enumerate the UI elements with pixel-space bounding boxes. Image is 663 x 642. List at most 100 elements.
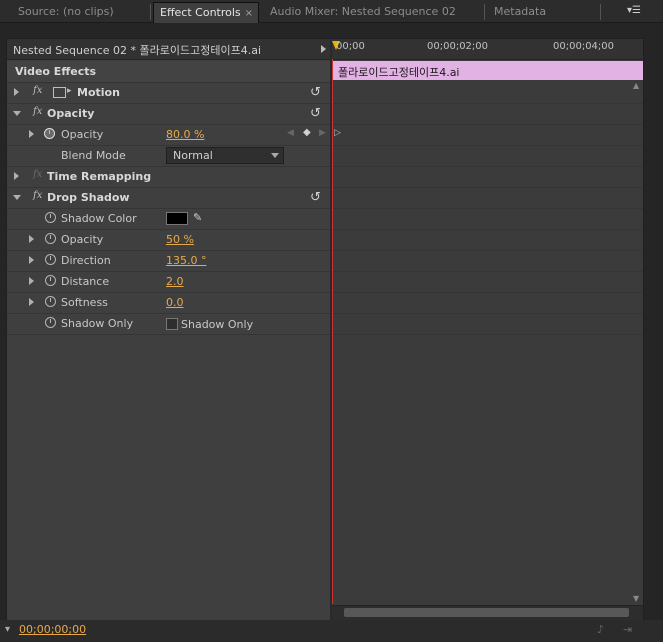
footer-bar: ▾ 00;00;00;00 ♪ ⇥ xyxy=(0,620,663,642)
effects-list-pane: Nested Sequence 02 * 폴라로이드고정테이프4.ai Vide… xyxy=(7,39,330,621)
reset-icon[interactable]: ↺ xyxy=(310,106,321,121)
playhead-icon: ▾ xyxy=(5,624,11,635)
scroll-down-icon[interactable]: ▼ xyxy=(633,594,639,603)
stopwatch-icon[interactable] xyxy=(45,212,56,223)
softness-value[interactable]: 0.0 xyxy=(166,296,184,309)
current-timecode[interactable]: 00;00;00;00 xyxy=(19,623,86,636)
property-label: Softness xyxy=(61,296,108,309)
property-row-shadow-only: Shadow Only Shadow Only xyxy=(7,313,330,335)
ruler-timecode: 00;00 xyxy=(336,41,365,52)
tab-effect-controls-label: Effect Controls xyxy=(160,6,241,19)
eyedropper-icon[interactable]: ✎ xyxy=(193,211,202,224)
twirl-right-icon[interactable] xyxy=(14,88,19,96)
property-label: Shadow Color xyxy=(61,212,137,225)
sequence-clip-title: Nested Sequence 02 * 폴라로이드고정테이프4.ai xyxy=(13,44,262,57)
clip-name: 폴라로이드고정테이프4.ai xyxy=(338,66,460,79)
twirl-right-icon[interactable] xyxy=(29,298,34,306)
shadow-only-checkbox[interactable] xyxy=(166,318,178,330)
property-label: Direction xyxy=(61,254,111,267)
effect-controls-panel: Nested Sequence 02 * 폴라로이드고정테이프4.ai Vide… xyxy=(6,38,644,622)
twirl-right-icon[interactable] xyxy=(29,130,34,138)
add-keyframe-icon[interactable]: ◆ xyxy=(303,127,311,138)
reset-icon[interactable]: ↺ xyxy=(310,85,321,100)
property-row-opacity: Opacity 80.0 % ◀ ◆ ▶ xyxy=(7,124,330,146)
tab-metadata[interactable]: Metadata xyxy=(494,2,546,22)
effect-name-drop-shadow: Drop Shadow xyxy=(47,191,130,204)
fx-toggle-icon[interactable]: fx xyxy=(33,190,42,201)
timeline-row xyxy=(332,103,643,125)
blend-mode-dropdown[interactable]: Normal xyxy=(166,147,284,164)
tab-divider xyxy=(600,4,601,20)
tab-metadata-label: Metadata xyxy=(494,5,547,18)
timeline-row xyxy=(332,271,643,293)
tab-audio-mixer-label: Audio Mixer: Nested Sequence 02 xyxy=(270,5,456,18)
shadow-only-checkbox-label[interactable]: Shadow Only xyxy=(181,318,253,331)
effect-row-time-remapping[interactable]: fx Time Remapping xyxy=(7,166,330,188)
fx-toggle-icon[interactable]: fx xyxy=(33,106,42,117)
blend-mode-value: Normal xyxy=(173,149,213,162)
direction-value[interactable]: 135.0 ° xyxy=(166,254,207,267)
ruler-timecode: 00;00;02;00 xyxy=(427,41,489,52)
show-timeline-arrow-icon[interactable] xyxy=(321,45,326,53)
timeline-row xyxy=(332,187,643,209)
property-label: Distance xyxy=(61,275,110,288)
stopwatch-icon[interactable] xyxy=(45,275,56,286)
tab-source[interactable]: Source: (no clips) xyxy=(18,2,114,22)
transform-icon[interactable] xyxy=(53,87,66,98)
property-row-shadow-color: Shadow Color ✎ xyxy=(7,208,330,230)
stopwatch-icon[interactable] xyxy=(45,296,56,307)
shadow-color-swatch[interactable] xyxy=(166,212,188,225)
timeline-row xyxy=(332,229,643,251)
sequence-header: Nested Sequence 02 * 폴라로이드고정테이프4.ai xyxy=(7,39,330,60)
twirl-right-icon[interactable] xyxy=(29,256,34,264)
property-row-blend-mode: Blend Mode Normal xyxy=(7,145,330,167)
fx-toggle-icon[interactable]: fx xyxy=(33,85,42,96)
tab-source-label: Source: (no clips) xyxy=(18,5,114,18)
effect-row-opacity[interactable]: fx Opacity ↺ xyxy=(7,103,330,125)
timeline-pane: 00;00 00;00;02;00 00;00;04;00 폴라로이드고정테이프… xyxy=(332,39,643,621)
property-row-softness: Softness 0.0 xyxy=(7,292,330,314)
effect-name-opacity: Opacity xyxy=(47,107,95,120)
chevron-down-icon xyxy=(271,153,279,158)
tab-audio-mixer[interactable]: Audio Mixer: Nested Sequence 02 xyxy=(270,2,456,22)
time-ruler[interactable]: 00;00 00;00;02;00 00;00;04;00 xyxy=(332,39,643,60)
audio-toggle-icon[interactable]: ♪ xyxy=(597,623,604,636)
effect-name-motion: Motion xyxy=(77,86,120,99)
twirl-right-icon[interactable] xyxy=(14,172,19,180)
twirl-right-icon[interactable] xyxy=(29,277,34,285)
export-icon[interactable]: ⇥ xyxy=(623,623,632,636)
stopwatch-icon[interactable] xyxy=(45,317,56,328)
opacity-value[interactable]: 80.0 % xyxy=(166,128,204,141)
clip-bar[interactable]: 폴라로이드고정테이프4.ai xyxy=(332,61,643,80)
timeline-row xyxy=(332,292,643,314)
twirl-down-icon[interactable] xyxy=(13,111,21,116)
twirl-down-icon[interactable] xyxy=(13,195,21,200)
property-row-distance: Distance 2.0 xyxy=(7,271,330,293)
reset-icon[interactable]: ↺ xyxy=(310,190,321,205)
keyframe-icon[interactable]: ▷ xyxy=(334,128,341,138)
stopwatch-icon[interactable] xyxy=(45,233,56,244)
tab-effect-controls[interactable]: Effect Controls × xyxy=(153,2,259,23)
property-label: Blend Mode xyxy=(61,149,126,162)
timeline-row xyxy=(332,208,643,230)
stopwatch-icon[interactable] xyxy=(44,128,55,139)
stopwatch-icon[interactable] xyxy=(45,254,56,265)
effect-row-drop-shadow[interactable]: fx Drop Shadow ↺ xyxy=(7,187,330,209)
vertical-scrollbar[interactable]: ▲ ▼ xyxy=(632,81,642,603)
horizontal-scrollbar[interactable] xyxy=(332,605,643,620)
next-keyframe-icon[interactable]: ▶ xyxy=(319,128,326,138)
scroll-up-icon[interactable]: ▲ xyxy=(633,81,639,90)
scrollbar-thumb[interactable] xyxy=(344,608,629,617)
twirl-right-icon[interactable] xyxy=(29,235,34,243)
panel-menu-icon[interactable]: ▾☰ xyxy=(627,5,643,17)
timeline-row: ▷ xyxy=(332,124,643,146)
shadow-opacity-value[interactable]: 50 % xyxy=(166,233,194,246)
close-icon[interactable]: × xyxy=(245,8,253,19)
effect-row-motion[interactable]: fx ▸ Motion ↺ xyxy=(7,82,330,104)
distance-value[interactable]: 2.0 xyxy=(166,275,184,288)
prev-keyframe-icon[interactable]: ◀ xyxy=(287,128,294,138)
effect-name-time-remapping: Time Remapping xyxy=(47,170,152,183)
tab-divider xyxy=(150,4,151,20)
property-label: Shadow Only xyxy=(61,317,134,330)
fx-toggle-icon[interactable]: fx xyxy=(33,169,42,180)
